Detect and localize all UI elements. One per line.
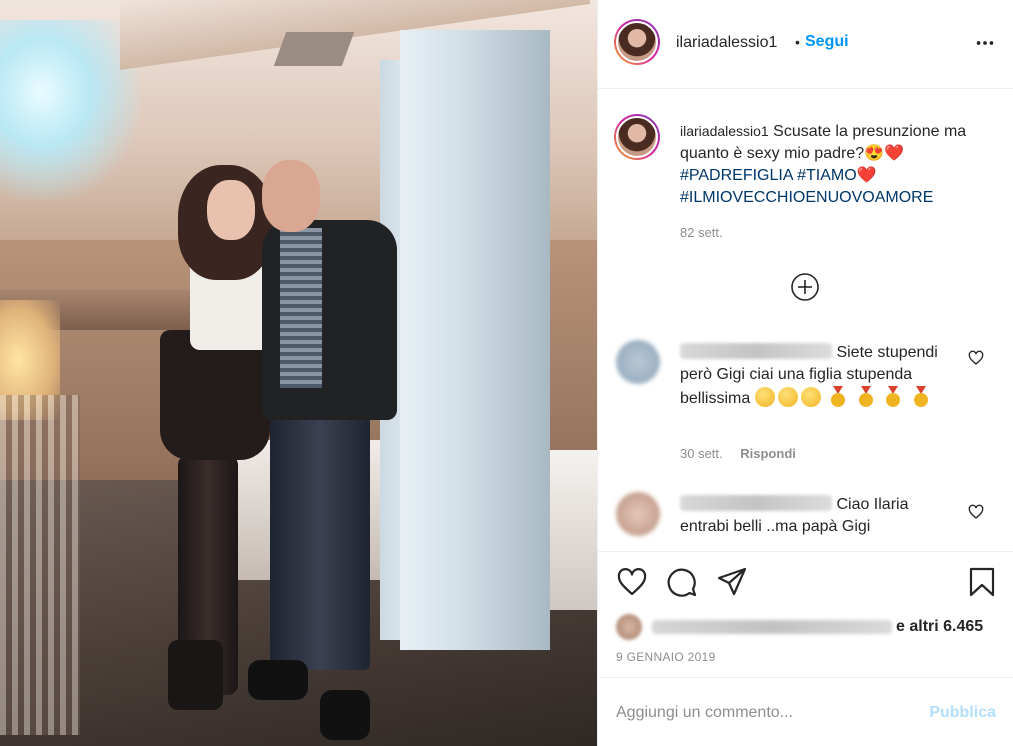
photo-chairs: [0, 395, 80, 735]
bookmark-icon[interactable]: [966, 566, 998, 598]
reply-button[interactable]: Rispondi: [740, 446, 796, 461]
publish-button[interactable]: Pubblica: [929, 704, 996, 722]
post-caption: ilariadalessio1 Scusate la presunzione m…: [680, 120, 990, 209]
commenter-avatar[interactable]: [616, 340, 660, 384]
comment-like-heart-icon[interactable]: [968, 504, 984, 520]
caption-username[interactable]: ilariadalessio1: [680, 123, 769, 139]
post-header: ilariadalessio1 • Segui: [598, 0, 1013, 89]
photo-pillar: [400, 30, 550, 650]
comment-body: Ciao Ilaria entrabi belli ..ma papà Gigi: [680, 494, 960, 538]
liker-username-hidden[interactable]: [652, 620, 892, 634]
comment-body: Siete stupendi però Gigi ciai una figlia…: [680, 342, 960, 410]
comment-meta: 30 sett. Rispondi: [680, 446, 796, 461]
load-more-comments-icon[interactable]: [790, 272, 820, 302]
author-avatar[interactable]: [614, 19, 660, 65]
comment-icon[interactable]: [666, 566, 698, 598]
photo-woman-face: [207, 180, 255, 240]
comment-like-heart-icon[interactable]: [968, 350, 984, 366]
hashtag-link[interactable]: #TIAMO: [797, 167, 857, 184]
medal-emoji-icon: [858, 386, 873, 407]
photo-ceiling-light: [0, 20, 140, 200]
add-comment-bar: Pubblica: [598, 677, 1013, 746]
liker-avatar[interactable]: [616, 614, 642, 640]
header-separator: •: [795, 34, 800, 50]
medal-emoji-icon: [913, 386, 928, 407]
medal-emoji-icon: [831, 386, 846, 407]
instagram-post-modal: ilariadalessio1 • Segui ilariadalessio1 …: [0, 0, 1013, 746]
heart-icon[interactable]: [616, 566, 648, 598]
photo-woman-boot: [168, 640, 223, 710]
caption-emoji-heart-eyes: 😍: [864, 145, 885, 162]
hashtag-link[interactable]: #ILMIOVECCHIOENUOVOAMORE: [680, 189, 933, 206]
smiling-hearts-emoji-icon: [754, 387, 775, 407]
smiling-hearts-emoji-icon: [800, 387, 821, 407]
post-date[interactable]: 9 GENNAIO 2019: [616, 650, 716, 664]
caption-avatar[interactable]: [614, 114, 660, 160]
comment-input[interactable]: [616, 696, 916, 730]
more-horizontal-icon[interactable]: [974, 32, 996, 54]
photo-man-shirt: [280, 228, 322, 388]
commenter-avatar[interactable]: [616, 492, 660, 536]
photo-man-shoe-left: [248, 660, 308, 700]
post-actions-bar: e altri 6.465 9 GENNAIO 2019: [598, 551, 1013, 677]
likes-summary[interactable]: e altri 6.465: [616, 614, 983, 640]
likes-others-count[interactable]: e altri 6.465: [896, 618, 983, 636]
commenter-username-hidden[interactable]: [680, 495, 832, 511]
author-username[interactable]: ilariadalessio1: [676, 34, 777, 52]
caption-emoji-heart: ❤️: [856, 167, 877, 184]
photo-man-head: [262, 160, 320, 232]
share-icon[interactable]: [716, 566, 748, 598]
caption-time[interactable]: 82 sett.: [680, 225, 723, 240]
photo-man-shoe-right: [320, 690, 370, 740]
comments-section[interactable]: ilariadalessio1 Scusate la presunzione m…: [598, 90, 1013, 550]
smiling-hearts-emoji-icon: [777, 387, 798, 407]
photo-man-jeans: [270, 400, 370, 670]
medal-emoji-icon: [886, 386, 901, 407]
photo-vent: [273, 32, 355, 66]
caption-emoji-heart: ❤️: [884, 145, 904, 162]
comment-time[interactable]: 30 sett.: [680, 446, 723, 461]
post-side-panel: ilariadalessio1 • Segui ilariadalessio1 …: [597, 0, 1013, 746]
commenter-username-hidden[interactable]: [680, 343, 832, 359]
hashtag-link[interactable]: #PADREFIGLIA: [680, 167, 793, 184]
post-photo[interactable]: [0, 0, 597, 746]
follow-button[interactable]: Segui: [805, 33, 849, 51]
